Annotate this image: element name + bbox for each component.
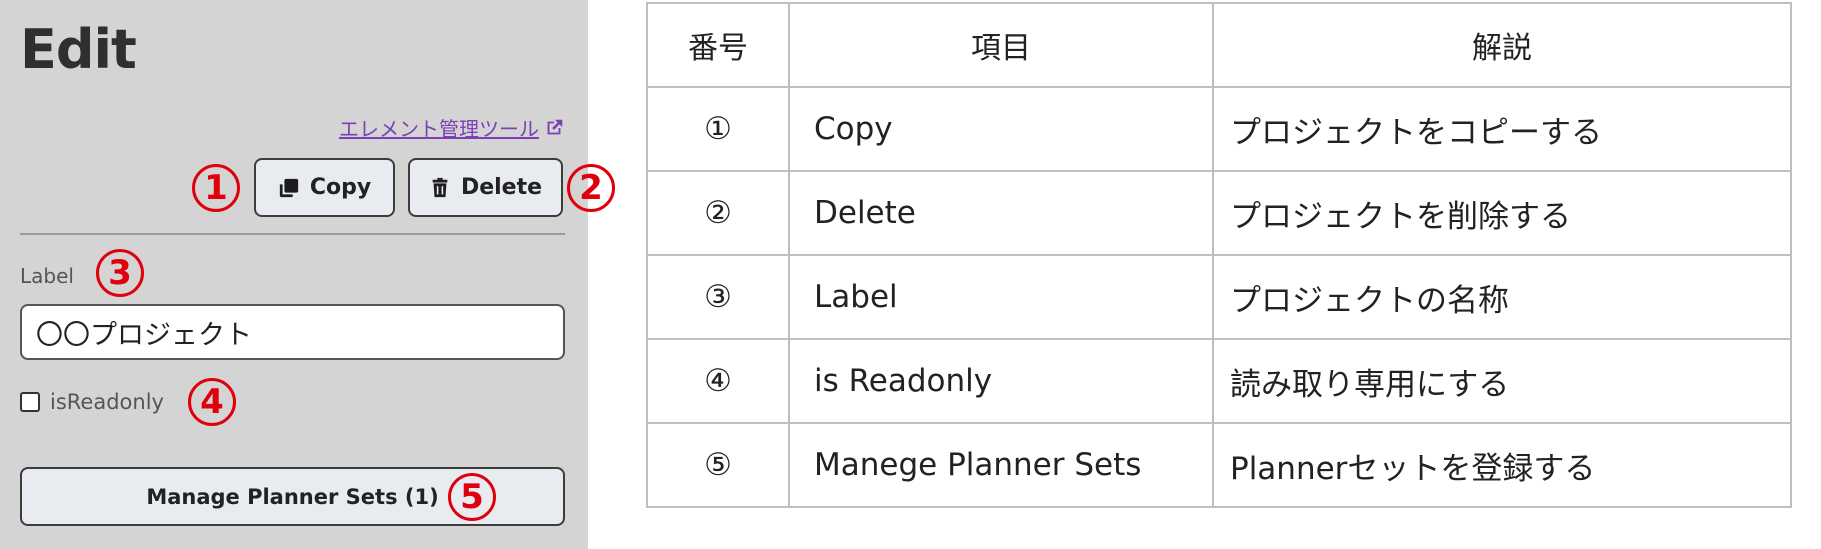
screen: Edit エレメント管理ツール Copy Delete Label 〇〇プロジェ… bbox=[0, 0, 1821, 549]
table-row: ② Delete プロジェクトを削除する bbox=[646, 170, 1792, 256]
row-number: ① bbox=[646, 86, 790, 172]
callout-marker-4: 4 bbox=[188, 378, 236, 426]
table-row: ⑤ Manege Planner Sets Plannerセットを登録する bbox=[646, 422, 1792, 508]
row-description: プロジェクトを削除する bbox=[1212, 170, 1792, 256]
delete-button-label: Delete bbox=[460, 175, 543, 200]
header-number: 番号 bbox=[646, 2, 790, 88]
trash-icon bbox=[432, 177, 448, 197]
row-item: Label bbox=[788, 254, 1214, 340]
copy-button-label: Copy bbox=[309, 175, 372, 200]
label-input[interactable] bbox=[20, 304, 565, 360]
row-number: ③ bbox=[646, 254, 790, 340]
external-link-icon bbox=[547, 119, 563, 134]
explanation-table: 番号 項目 解説 ① Copy プロジェクトをコピーする ② Delete プロ… bbox=[646, 2, 1792, 508]
row-item: Manege Planner Sets bbox=[788, 422, 1214, 508]
row-description: Plannerセットを登録する bbox=[1212, 422, 1792, 508]
copy-button[interactable]: Copy bbox=[254, 158, 395, 217]
divider bbox=[20, 233, 565, 235]
table-header-row: 番号 項目 解説 bbox=[646, 2, 1792, 88]
row-number: ② bbox=[646, 170, 790, 256]
callout-marker-1: 1 bbox=[192, 164, 240, 212]
manage-planner-sets-label: Manage Planner Sets (1) bbox=[146, 484, 439, 509]
row-number: ⑤ bbox=[646, 422, 790, 508]
readonly-row: isReadonly bbox=[20, 390, 164, 414]
row-description: 読み取り専用にする bbox=[1212, 338, 1792, 424]
table-row: ④ is Readonly 読み取り専用にする bbox=[646, 338, 1792, 424]
delete-button[interactable]: Delete bbox=[408, 158, 563, 217]
callout-marker-2: 2 bbox=[567, 164, 615, 212]
row-number: ④ bbox=[646, 338, 790, 424]
header-description: 解説 bbox=[1212, 2, 1792, 88]
table-row: ③ Label プロジェクトの名称 bbox=[646, 254, 1792, 340]
readonly-checkbox[interactable] bbox=[20, 392, 40, 412]
callout-marker-3: 3 bbox=[96, 249, 144, 297]
callout-marker-5: 5 bbox=[448, 473, 496, 521]
row-description: プロジェクトの名称 bbox=[1212, 254, 1792, 340]
panel-title: Edit bbox=[20, 18, 137, 81]
row-item: Delete bbox=[788, 170, 1214, 256]
row-description: プロジェクトをコピーする bbox=[1212, 86, 1792, 172]
row-item: Copy bbox=[788, 86, 1214, 172]
readonly-checkbox-label: isReadonly bbox=[50, 390, 164, 414]
row-item: is Readonly bbox=[788, 338, 1214, 424]
element-manager-link-label: エレメント管理ツール bbox=[339, 117, 539, 141]
copy-icon bbox=[279, 178, 298, 197]
header-item: 項目 bbox=[788, 2, 1214, 88]
element-manager-link[interactable]: エレメント管理ツール bbox=[339, 113, 565, 142]
table-row: ① Copy プロジェクトをコピーする bbox=[646, 86, 1792, 172]
edit-panel: Edit エレメント管理ツール Copy Delete Label 〇〇プロジェ… bbox=[0, 0, 615, 549]
label-field-label: Label bbox=[20, 264, 74, 288]
